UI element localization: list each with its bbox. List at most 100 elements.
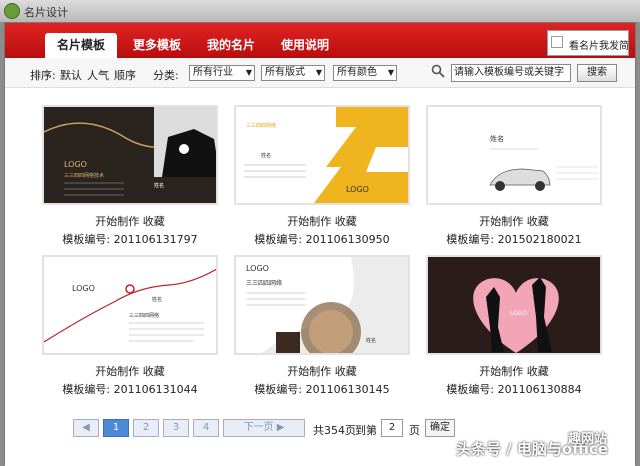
code-label: 模板编号: — [446, 383, 495, 396]
template-card-5[interactable]: LOGO 三三四四网络 姓名 — [234, 255, 410, 355]
code-value: 201106130950 — [305, 233, 390, 246]
template-card-2[interactable]: 三三四四网络 姓名 LOGO — [234, 105, 410, 205]
card-1-name: 姓名 — [154, 182, 164, 189]
favorite-button[interactable]: 收藏 — [335, 215, 357, 228]
card-5-actions: 开始制作 收藏 — [234, 363, 410, 379]
card-3-actions: 开始制作 收藏 — [426, 213, 602, 229]
layout-select-value: 所有版式 — [265, 67, 305, 78]
prev-page-button[interactable]: ◀ — [73, 419, 99, 437]
tab-more-templates[interactable]: 更多模板 — [123, 33, 191, 58]
card-4-company: 三三四四网络 — [129, 312, 159, 319]
card-6-preview: LOGO — [428, 257, 600, 353]
app-window: 名片模板 更多模板 我的名片 使用说明 看名片我发简 排序: 默认 人气 顺序 … — [4, 22, 636, 466]
search-button[interactable]: 搜索 — [577, 64, 617, 82]
start-button[interactable]: 开始制作 — [95, 365, 139, 378]
code-label: 模板编号: — [254, 383, 303, 396]
tab-my-cards[interactable]: 我的名片 — [197, 33, 265, 58]
page-button-3[interactable]: 3 — [163, 419, 189, 437]
card-6-code: 模板编号: 201106130884 — [419, 381, 609, 397]
template-card-1[interactable]: LOGO 三三四四网络技术 姓名 — [42, 105, 218, 205]
industry-select-value: 所有行业 — [193, 67, 233, 78]
start-button[interactable]: 开始制作 — [287, 365, 331, 378]
card-6-logo: LOGO — [510, 310, 528, 317]
card-4-logo: LOGO — [72, 284, 95, 293]
card-2-code: 模板编号: 201106130950 — [227, 231, 417, 247]
card-4-actions: 开始制作 收藏 — [42, 363, 218, 379]
next-page-button[interactable]: 下一页 ▶ — [223, 419, 305, 437]
chevron-down-icon: ▼ — [387, 68, 394, 77]
card-1-code: 模板编号: 201106131797 — [35, 231, 225, 247]
card-2-name: 姓名 — [261, 152, 271, 159]
total-pages: 共354页 — [313, 424, 356, 437]
app-icon — [4, 3, 20, 19]
template-card-4[interactable]: LOGO 姓名 三三四四网络 — [42, 255, 218, 355]
favorite-button[interactable]: 收藏 — [335, 365, 357, 378]
template-card-3[interactable]: 姓名 — [426, 105, 602, 205]
title-bar: 名片设计 — [0, 0, 640, 22]
color-select-value: 所有颜色 — [337, 67, 377, 78]
card-4-preview: LOGO 姓名 三三四四网络 — [44, 257, 216, 353]
card-6-actions: 开始制作 收藏 — [426, 363, 602, 379]
page-button-1[interactable]: 1 — [103, 419, 129, 437]
code-label: 模板编号: — [62, 233, 111, 246]
code-label: 模板编号: — [446, 233, 495, 246]
start-button[interactable]: 开始制作 — [95, 215, 139, 228]
start-button[interactable]: 开始制作 — [479, 215, 523, 228]
nav-bar: 名片模板 更多模板 我的名片 使用说明 看名片我发简 — [5, 23, 635, 58]
filter-bar: 排序: 默认 人气 顺序 分类: 所有行业 ▼ 所有版式 ▼ 所有颜色 ▼ 请输入模板… — [5, 58, 635, 88]
card-1-preview: LOGO 三三四四网络技术 姓名 — [44, 107, 216, 203]
favorite-button[interactable]: 收藏 — [527, 215, 549, 228]
card-4-name: 姓名 — [152, 296, 162, 303]
sort-default[interactable]: 默认 — [60, 67, 82, 83]
card-5-code: 模板编号: 201106130145 — [227, 381, 417, 397]
card-3-code: 模板编号: 201502180021 — [419, 231, 609, 247]
card-2-company: 三三四四网络 — [246, 122, 276, 129]
card-5-preview: LOGO 三三四四网络 姓名 — [236, 257, 408, 353]
search-icon — [431, 64, 445, 78]
template-grid: LOGO 三三四四网络技术 姓名 开始制作 收藏 模板编号: 201106131… — [5, 89, 635, 466]
category-label: 分类: — [153, 69, 179, 82]
code-value: 201502180021 — [497, 233, 582, 246]
layout-select[interactable]: 所有版式 ▼ — [261, 65, 325, 81]
favorite-button[interactable]: 收藏 — [143, 215, 165, 228]
broken-image-icon — [551, 36, 563, 48]
card-1-actions: 开始制作 收藏 — [42, 213, 218, 229]
card-4-code: 模板编号: 201106131044 — [35, 381, 225, 397]
card-5-name: 姓名 — [366, 337, 376, 344]
code-value: 201106130884 — [497, 383, 582, 396]
start-button[interactable]: 开始制作 — [287, 215, 331, 228]
industry-select[interactable]: 所有行业 ▼ — [189, 65, 255, 81]
card-2-preview: 三三四四网络 姓名 LOGO — [236, 107, 408, 203]
card-2-logo: LOGO — [346, 185, 369, 194]
card-1-company: 三三四四网络技术 — [64, 172, 104, 179]
ad-banner[interactable]: 看名片我发简 — [547, 30, 629, 56]
tab-instructions[interactable]: 使用说明 — [271, 33, 339, 58]
code-value: 201106131797 — [113, 233, 198, 246]
template-card-6[interactable]: LOGO — [426, 255, 602, 355]
goto-label: 到第 — [355, 424, 377, 437]
sort-order[interactable]: 顺序 — [114, 67, 136, 83]
start-button[interactable]: 开始制作 — [479, 365, 523, 378]
sort-label: 排序: — [30, 69, 56, 82]
code-value: 201106131044 — [113, 383, 198, 396]
color-select[interactable]: 所有颜色 ▼ — [333, 65, 397, 81]
search-input[interactable]: 请输入模板编号或关键字 — [451, 64, 571, 82]
sort-popular[interactable]: 人气 — [87, 67, 109, 83]
confirm-button[interactable]: 确定 — [425, 419, 455, 437]
tab-templates[interactable]: 名片模板 — [45, 33, 117, 58]
chevron-down-icon: ▼ — [245, 68, 252, 77]
page-button-4[interactable]: 4 — [193, 419, 219, 437]
chevron-down-icon: ▼ — [315, 68, 322, 77]
ad-label: 看名片我发简 — [569, 41, 629, 52]
card-5-company: 三三四四网络 — [246, 279, 282, 287]
card-3-name: 姓名 — [490, 134, 504, 143]
page-unit: 页 — [409, 424, 420, 437]
page-button-2[interactable]: 2 — [133, 419, 159, 437]
goto-page-input[interactable]: 2 — [381, 419, 403, 437]
card-3-preview: 姓名 — [428, 107, 600, 203]
favorite-button[interactable]: 收藏 — [143, 365, 165, 378]
watermark-logo: 趣网站 — [568, 432, 608, 447]
favorite-button[interactable]: 收藏 — [527, 365, 549, 378]
card-2-actions: 开始制作 收藏 — [234, 213, 410, 229]
code-label: 模板编号: — [62, 383, 111, 396]
